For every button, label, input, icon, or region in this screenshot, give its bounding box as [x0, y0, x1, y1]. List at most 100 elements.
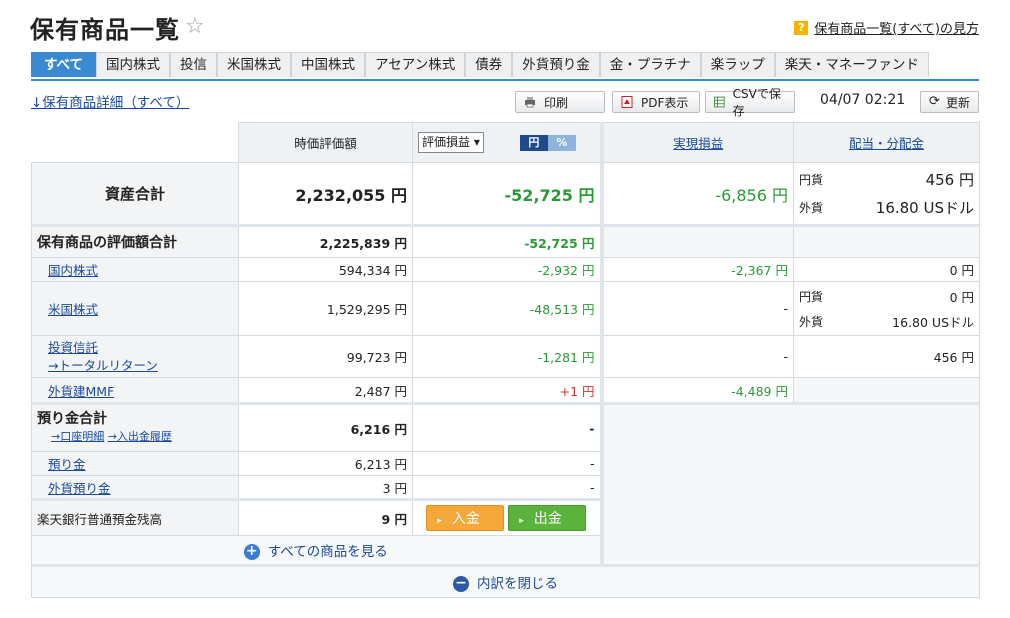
pdf-label: PDF表示 — [641, 95, 689, 110]
pdf-button[interactable]: PDF表示 — [612, 91, 700, 113]
close-breakdown-label: 内訳を閉じる — [477, 576, 558, 592]
withdraw-button[interactable]: ▸ 出金 — [508, 505, 587, 531]
deposit-button[interactable]: ▸ 入金 — [426, 505, 505, 531]
bank-balance-value: 9 円 — [238, 499, 413, 536]
asset-total-realized: -6,856 円 — [599, 162, 794, 226]
us-pl: -48,513 円 — [412, 281, 602, 336]
asset-total-pl: -52,725 円 — [412, 162, 602, 226]
us-value: 1,529,295 円 — [238, 281, 413, 336]
pl-select-value: 評価損益 — [422, 135, 471, 149]
holdings-total-realized — [599, 225, 794, 258]
domestic-dividend: 0 円 — [793, 257, 980, 282]
fx-deposit-link[interactable]: 外貨預り金 — [48, 481, 111, 496]
tab-fx-deposit[interactable]: 外貨預り金 — [512, 52, 600, 77]
domestic-realized: -2,367 円 — [599, 257, 794, 282]
pl-type-select[interactable]: 評価損益 ▾ — [418, 132, 484, 153]
div-yen-label: 円貨 — [799, 173, 824, 187]
tab-money-fund[interactable]: 楽天・マネーファンド — [774, 52, 929, 77]
asset-total-dividend: 円貨 456 円 外貨 16.80 USドル — [793, 162, 980, 226]
holdings-total-pl: -52,725 円 — [412, 225, 602, 258]
holdings-detail-link[interactable]: ↓保有商品詳細（すべて） — [31, 91, 189, 111]
tab-domestic-stock[interactable]: 国内株式 — [96, 52, 171, 77]
holdings-total-dividend — [793, 225, 980, 258]
table-row: 国内株式 594,334 円 -2,932 円 -2,367 円 0 円 — [31, 257, 980, 282]
page-title: 保有商品一覧 — [30, 16, 180, 44]
minus-circle-icon: − — [453, 576, 469, 592]
holdings-total-label: 保有商品の評価額合計 — [31, 225, 239, 258]
asset-total-value: 2,232,055 円 — [238, 162, 413, 226]
bank-actions: ▸ 入金 ▸ 出金 — [412, 499, 602, 536]
see-all-button[interactable]: + すべての商品を見る — [243, 544, 388, 560]
us-realized: - — [599, 281, 794, 336]
help-link[interactable]: ? 保有商品一覧(すべて)の見方 — [794, 18, 979, 37]
dividend-link[interactable]: 配当・分配金 — [849, 136, 924, 151]
arrow-right-icon: ▸ — [437, 516, 442, 526]
tab-china-stock[interactable]: 中国株式 — [291, 52, 366, 77]
deposit-button-label: 入金 — [451, 511, 480, 527]
tab-us-stock[interactable]: 米国株式 — [217, 52, 292, 77]
csv-label: CSVで保存 — [732, 87, 781, 118]
table-row: 外貨建MMF 2,487 円 +1 円 -4,489 円 — [31, 377, 980, 404]
spreadsheet-icon — [714, 96, 725, 108]
close-breakdown-row: − 内訳を閉じる — [31, 564, 980, 598]
realized-link[interactable]: 実現損益 — [673, 136, 723, 151]
domestic-pl: -2,932 円 — [412, 257, 602, 282]
print-button[interactable]: 印刷 — [515, 91, 605, 113]
toggle-yen[interactable]: 円 — [519, 134, 548, 151]
holdings-total-value: 2,225,839 円 — [238, 225, 413, 258]
bank-balance-label: 楽天銀行普通預金残高 — [31, 499, 239, 536]
close-breakdown-button[interactable]: − 内訳を閉じる — [453, 576, 558, 592]
yen-deposit-pl: - — [412, 451, 602, 476]
tab-bond[interactable]: 債券 — [465, 52, 513, 77]
fx-mmf-link[interactable]: 外貨建MMF — [48, 384, 114, 399]
fund-dividend: 456 円 — [793, 335, 980, 378]
fund-value: 99,723 円 — [238, 335, 413, 378]
help-link-text[interactable]: 保有商品一覧(すべて)の見方 — [814, 18, 979, 37]
yen-deposit-link[interactable]: 預り金 — [48, 457, 86, 472]
tab-asean-stock[interactable]: アセアン株式 — [365, 52, 466, 77]
asset-total-label: 資産合計 — [31, 162, 239, 226]
account-detail-link[interactable]: →口座明細 — [51, 430, 104, 443]
tab-fund[interactable]: 投信 — [170, 52, 218, 77]
holdings-summary-table: 時価評価額 評価損益 ▾ 円 % 実現損益 配当・分配金 資産合計 2,232,… — [31, 122, 980, 598]
print-label: 印刷 — [544, 95, 569, 110]
us-dividend: 円貨 0 円 外貨 16.80 USドル — [793, 281, 980, 336]
us-stock-link[interactable]: 米国株式 — [48, 302, 98, 317]
deposit-total-value: 6,216 円 — [238, 403, 413, 452]
domestic-stock-link[interactable]: 国内株式 — [48, 263, 98, 278]
deposit-history-link[interactable]: →入出金履歴 — [108, 430, 172, 443]
mmf-realized: -4,489 円 — [599, 377, 794, 404]
fx-deposit-pl: - — [412, 475, 602, 500]
us-div-fx-label: 外貨 — [799, 314, 824, 329]
refresh-button[interactable]: ⟳ 更新 — [920, 91, 979, 113]
arrow-right-icon: ▸ — [519, 516, 524, 526]
deposit-total-label: 預り金合計 — [37, 411, 107, 427]
div-fx-label: 外貨 — [799, 201, 824, 215]
tab-all[interactable]: すべて — [31, 52, 97, 77]
toggle-percent[interactable]: % — [547, 134, 576, 151]
tab-rakuwrap[interactable]: 楽ラップ — [700, 52, 775, 77]
empty-right-panel — [599, 403, 980, 566]
fx-deposit-value: 3 円 — [238, 475, 413, 500]
pdf-icon — [621, 96, 633, 108]
deposit-total-pl: - — [412, 403, 602, 452]
realized-header: 実現損益 — [599, 122, 794, 163]
plus-circle-icon: + — [243, 544, 260, 560]
domestic-value: 594,334 円 — [238, 257, 413, 282]
us-div-fx: 16.80 USドル — [892, 314, 974, 330]
withdraw-button-label: 出金 — [533, 511, 562, 527]
fund-pl: -1,281 円 — [412, 335, 602, 378]
unit-toggle[interactable]: 円 % — [519, 134, 576, 151]
favorite-star-icon[interactable]: ☆ — [185, 14, 205, 39]
table-row: 米国株式 1,529,295 円 -48,513 円 - 円貨 0 円 外貨 1… — [31, 281, 980, 336]
category-tabs: すべて 国内株式 投信 米国株式 中国株式 アセアン株式 債券 外貨預り金 金・… — [31, 52, 979, 81]
total-return-link[interactable]: →トータルリターン — [48, 358, 158, 373]
tab-gold-platinum[interactable]: 金・プラチナ — [599, 52, 701, 77]
fund-link[interactable]: 投資信託 — [48, 340, 98, 355]
refresh-icon: ⟳ — [929, 94, 940, 109]
csv-button[interactable]: CSVで保存 — [705, 87, 795, 118]
pl-header: 評価損益 ▾ 円 % — [412, 122, 602, 163]
help-icon: ? — [794, 20, 809, 35]
update-timestamp: 04/07 02:21 — [820, 92, 906, 108]
mmf-value: 2,487 円 — [238, 377, 413, 404]
